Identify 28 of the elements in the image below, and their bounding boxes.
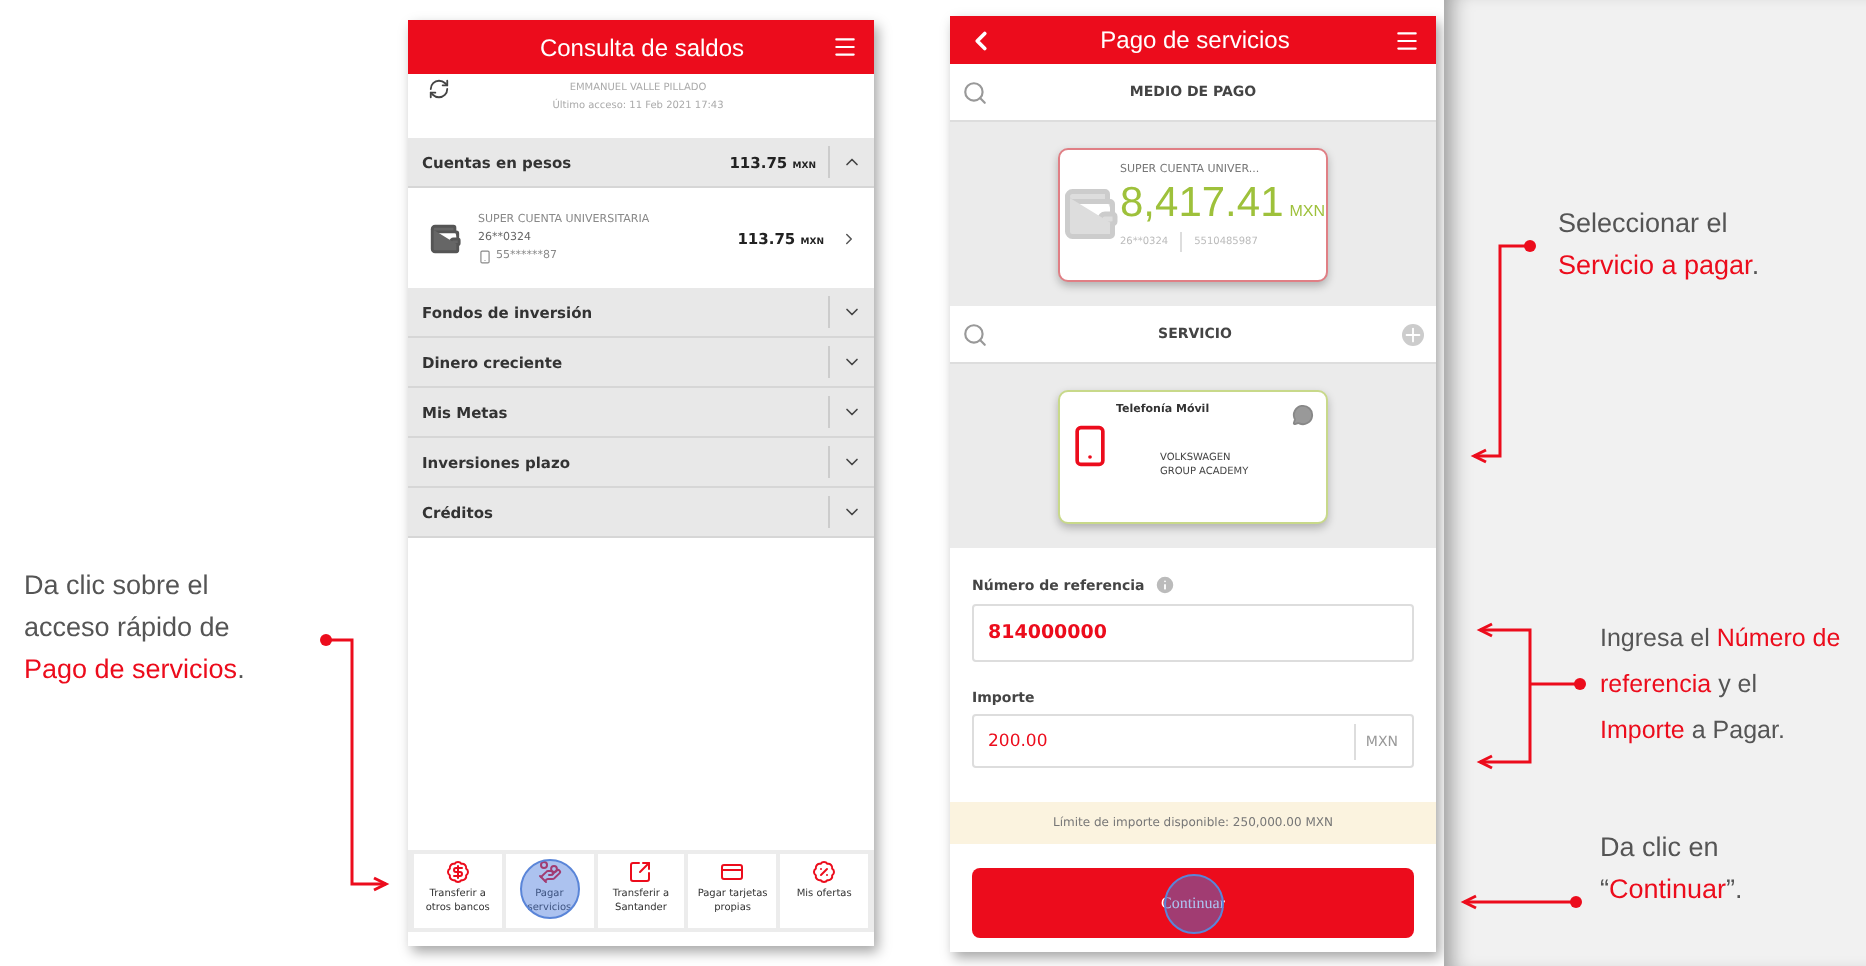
hand-icon <box>537 860 562 884</box>
leader-dot <box>1524 240 1536 252</box>
card-icon <box>720 860 745 884</box>
account-balance: 8,417.41 MXN <box>1120 179 1326 227</box>
percent-icon <box>812 860 837 884</box>
wallet-icon <box>1060 184 1120 244</box>
search-icon[interactable] <box>962 79 988 105</box>
transfer-icon <box>628 860 653 884</box>
phone-icon <box>478 249 492 263</box>
chat-icon <box>1292 403 1314 425</box>
instruction-text: Ingresa el Número de referencia y el Importe a Pagar. <box>1600 622 1843 748</box>
chevron-right-icon[interactable] <box>840 229 858 247</box>
instruction-text: Seleccionar el Servicio a pagar. <box>1558 206 1762 284</box>
leader-dot <box>1570 896 1582 908</box>
screen-title: Pago de servicios <box>1098 26 1292 54</box>
menu-icon[interactable] <box>832 34 858 60</box>
leader-dot <box>1574 678 1586 690</box>
wallet-icon <box>428 221 462 255</box>
leader-line <box>1460 894 1576 910</box>
reference-field[interactable]: 814000000 <box>972 604 1414 662</box>
dollar-icon <box>445 860 470 884</box>
screen-title: Consulta de saldos <box>537 33 747 61</box>
instruction-text: Da clic sobre el acceso rápido de Pago de servicios. <box>24 568 245 688</box>
search-icon[interactable] <box>962 321 988 347</box>
leader-dot <box>320 634 332 646</box>
menu-icon[interactable] <box>1394 27 1420 53</box>
instruction-text: Da clic en “Continuar”. <box>1600 830 1745 908</box>
refresh-icon[interactable] <box>428 78 450 100</box>
